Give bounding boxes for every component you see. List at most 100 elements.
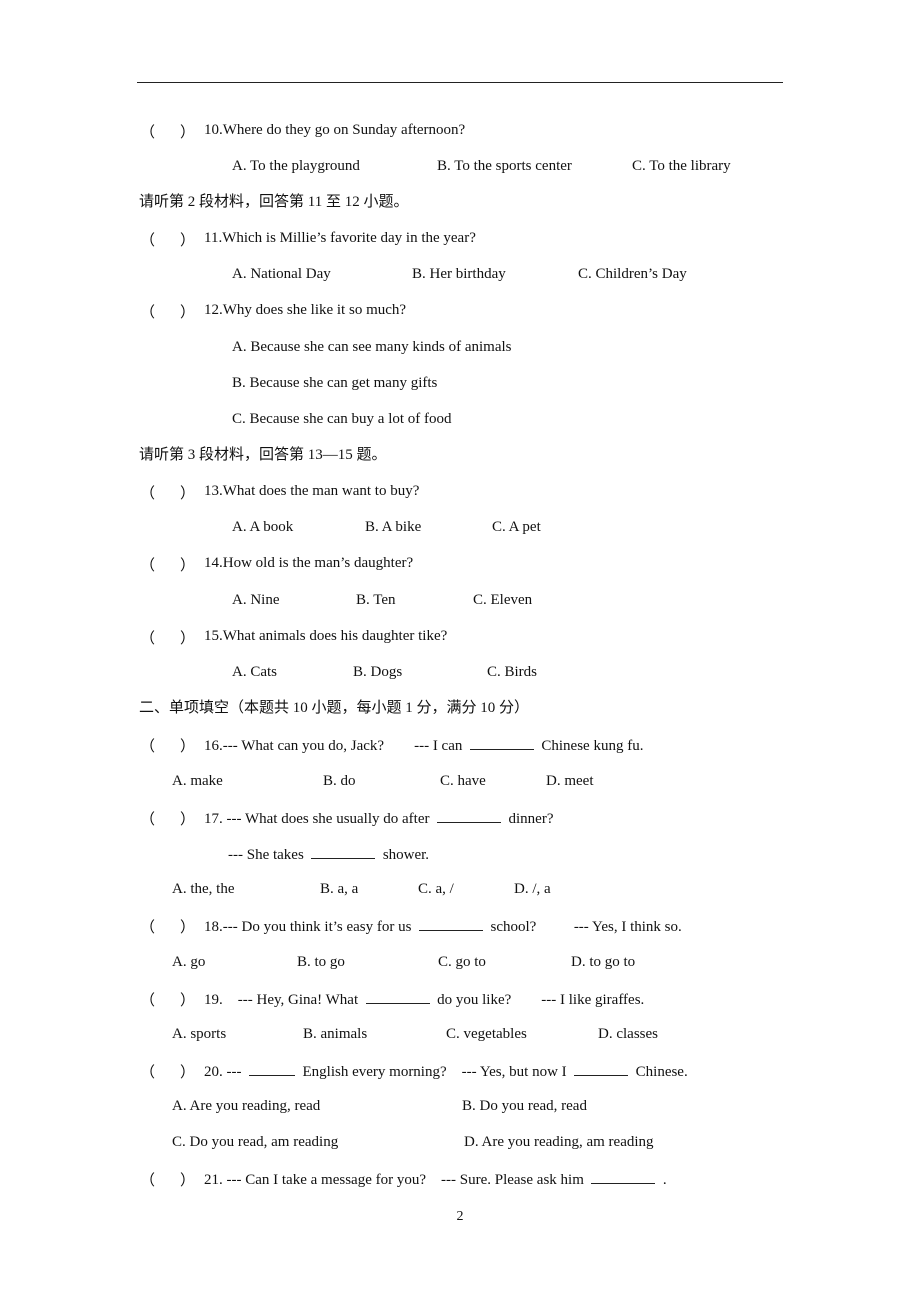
q21-text-c: .: [662, 1172, 667, 1188]
q17-option-c: C. a, /: [418, 881, 454, 897]
q17-line2-b: shower.: [382, 847, 430, 863]
q19-option-b: B. animals: [303, 1026, 368, 1042]
q14-option-c: C. Eleven: [473, 592, 533, 608]
q10-option-b: B. To the sports center: [437, 158, 572, 174]
question-20-stem: 20. --- English every morning? --- Yes, …: [204, 1061, 688, 1081]
q15-option-a: A. Cats: [232, 664, 277, 680]
answer-paren-close: ）: [180, 486, 196, 502]
answer-blank[interactable]: [418, 916, 483, 931]
question-14-stem: 14.How old is the man’s daughter?: [204, 555, 414, 571]
q19-text-a: 19.: [204, 992, 223, 1008]
q21-text-b: --- Sure. Please ask him: [441, 1172, 584, 1188]
answer-paren-close: ）: [180, 305, 196, 321]
q18-text-a: 18.--- Do you think it’s easy for us: [204, 919, 412, 935]
q17-option-b: B. a, a: [320, 881, 359, 897]
q13-option-a: A. A book: [232, 519, 294, 535]
q16-option-b: B. do: [323, 773, 356, 789]
question-16-stem: 16.--- What can you do, Jack? --- I can …: [204, 735, 643, 755]
q20-option-a: A. Are you reading, read: [172, 1098, 321, 1114]
q15-option-c: C. Birds: [487, 664, 538, 680]
q16-text-c: Chinese kung fu.: [541, 738, 644, 754]
q14-option-b: B. Ten: [356, 592, 396, 608]
q18-text-c: --- Yes, I think so.: [573, 919, 682, 935]
answer-blank[interactable]: [365, 989, 430, 1004]
q10-option-a: A. To the playground: [232, 158, 360, 174]
q20-text-d: Chinese.: [635, 1064, 688, 1080]
answer-blank[interactable]: [591, 1169, 656, 1184]
question-12-stem: 12.Why does she like it so much?: [204, 302, 407, 318]
q13-option-b: B. A bike: [365, 519, 422, 535]
q16-option-a: A. make: [172, 773, 223, 789]
header-rule: [137, 82, 783, 83]
q20-option-d: D. Are you reading, am reading: [464, 1134, 654, 1150]
answer-paren-open: （: [140, 812, 156, 828]
section-2-intro: 请听第 2 段材料，回答第 11 至 12 小题。: [139, 194, 409, 210]
q19-option-a: A. sports: [172, 1026, 227, 1042]
answer-paren-open: （: [140, 305, 156, 321]
question-17-line2: --- She takes shower.: [228, 844, 429, 864]
q11-option-c: C. Children’s Day: [578, 266, 687, 282]
q11-option-a: A. National Day: [232, 266, 331, 282]
answer-paren-open: （: [140, 558, 156, 574]
q18-option-d: D. to go to: [571, 954, 636, 970]
question-19-stem: 19. --- Hey, Gina! What do you like? ---…: [204, 989, 644, 1009]
q19-text-d: --- I like giraffes.: [541, 992, 645, 1008]
question-13-stem: 13.What does the man want to buy?: [204, 483, 420, 499]
q18-option-c: C. go to: [438, 954, 486, 970]
answer-paren-open: （: [140, 920, 156, 936]
answer-paren-open: （: [140, 993, 156, 1009]
question-11-stem: 11.Which is Millie’s favorite day in the…: [204, 230, 476, 246]
answer-paren-close: ）: [180, 125, 196, 141]
q16-option-d: D. meet: [546, 773, 594, 789]
q20-option-c: C. Do you read, am reading: [172, 1134, 339, 1150]
answer-paren-open: （: [140, 233, 156, 249]
question-10-stem: 10.Where do they go on Sunday afternoon?: [204, 122, 466, 138]
part-2-heading: 二、单项填空（本题共 10 小题，每小题 1 分，满分 10 分）: [139, 700, 530, 716]
q17-option-a: A. the, the: [172, 881, 235, 897]
answer-paren-open: （: [140, 1173, 156, 1189]
answer-blank[interactable]: [437, 808, 501, 823]
section-3-intro: 请听第 3 段材料，回答第 13—15 题。: [139, 447, 387, 463]
q13-option-c: C. A pet: [492, 519, 541, 535]
q17-line2-a: --- She takes: [228, 847, 304, 863]
answer-blank[interactable]: [249, 1061, 295, 1076]
q12-option-b: B. Because she can get many gifts: [232, 375, 438, 391]
q18-option-b: B. to go: [297, 954, 345, 970]
answer-paren-open: （: [140, 739, 156, 755]
q18-option-a: A. go: [172, 954, 206, 970]
answer-paren-open: （: [140, 1065, 156, 1081]
q12-option-c: C. Because she can buy a lot of food: [232, 411, 452, 427]
answer-paren-open: （: [140, 125, 156, 141]
q16-text-b: --- I can: [414, 738, 463, 754]
q15-option-b: B. Dogs: [353, 664, 403, 680]
q16-text-a: 16.--- What can you do, Jack?: [204, 738, 385, 754]
q14-option-a: A. Nine: [232, 592, 280, 608]
question-18-stem: 18.--- Do you think it’s easy for us sch…: [204, 916, 682, 936]
question-17-stem: 17. --- What does she usually do after d…: [204, 808, 553, 828]
answer-paren-close: ）: [180, 812, 196, 828]
answer-paren-close: ）: [180, 1173, 196, 1189]
answer-paren-close: ）: [180, 739, 196, 755]
answer-blank[interactable]: [469, 735, 534, 750]
q11-option-b: B. Her birthday: [412, 266, 506, 282]
q17-text-b: dinner?: [508, 811, 554, 827]
question-15-stem: 15.What animals does his daughter tike?: [204, 628, 448, 644]
q18-text-b: school?: [490, 919, 537, 935]
q19-option-d: D. classes: [598, 1026, 658, 1042]
q17-option-d: D. /, a: [514, 881, 551, 897]
question-21-stem: 21. --- Can I take a message for you? --…: [204, 1169, 667, 1189]
answer-paren-close: ）: [180, 233, 196, 249]
q19-option-c: C. vegetables: [446, 1026, 527, 1042]
q20-text-b: English every morning?: [302, 1064, 447, 1080]
answer-paren-open: （: [140, 631, 156, 647]
answer-paren-close: ）: [180, 631, 196, 647]
answer-paren-close: ）: [180, 993, 196, 1009]
answer-blank[interactable]: [574, 1061, 629, 1076]
answer-paren-close: ）: [180, 1065, 196, 1081]
q20-text-a: 20. ---: [204, 1064, 242, 1080]
page-number: 2: [456, 1209, 464, 1224]
q10-option-c: C. To the library: [632, 158, 731, 174]
q16-option-c: C. have: [440, 773, 486, 789]
q20-option-b: B. Do you read, read: [462, 1098, 587, 1114]
answer-blank[interactable]: [311, 844, 376, 859]
